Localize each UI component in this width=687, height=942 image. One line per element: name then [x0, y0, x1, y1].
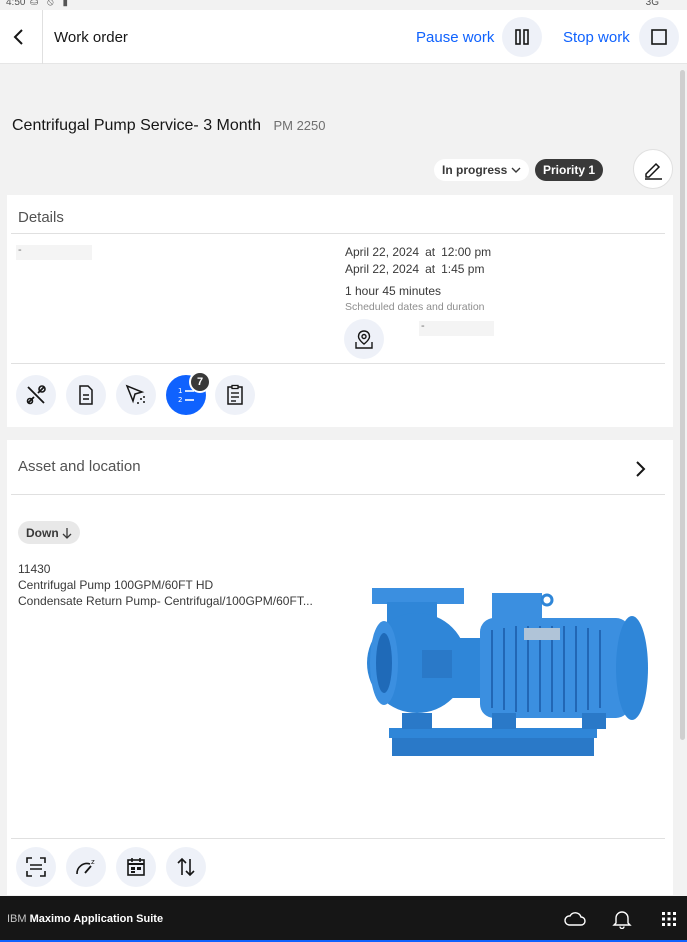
work-order-pm: PM 2250 [273, 118, 326, 133]
app-switcher-button[interactable] [658, 908, 680, 930]
meter-icon: z [76, 858, 95, 875]
device-status-bar: 4:50 ⛀ ⦸ ▮ 3G [0, 0, 687, 10]
header-divider [42, 10, 43, 64]
chevron-left-icon [13, 29, 23, 45]
product-brand: IBM Maximo Application Suite [7, 913, 163, 925]
stop-work-icon-button[interactable] [639, 17, 679, 57]
pause-icon [515, 29, 529, 45]
end-date: April 22, 2024 [345, 262, 420, 276]
status-label: In progress [442, 163, 508, 177]
end-time: 1:45 pm [441, 262, 485, 276]
sort-icon [177, 857, 195, 877]
cloud-icon [564, 912, 586, 926]
pause-work-button[interactable]: Pause work [416, 29, 494, 46]
scheduled-end: April 22, 2024 at 1:45 pm [345, 262, 484, 276]
select-button[interactable] [116, 375, 156, 415]
network-indicator: 3G [645, 0, 659, 8]
location-field: - [419, 321, 494, 336]
asset-description: Centrifugal Pump 100GPM/60FT HD [18, 578, 214, 592]
scheduled-start: April 22, 2024 at 12:00 pm [345, 245, 491, 259]
svg-text:1: 1 [178, 387, 182, 395]
back-button[interactable] [4, 18, 34, 56]
stop-icon [651, 29, 667, 45]
asset-location: Condensate Return Pump- Centrifugal/100G… [18, 594, 313, 608]
app-header: Work order Pause work Stop work [0, 10, 687, 64]
status-time: 4:50 [6, 0, 26, 8]
scan-icon [26, 857, 46, 877]
asset-divider-2 [11, 838, 665, 839]
asset-status-badge: Down [18, 521, 80, 544]
details-left-field: - [16, 245, 92, 260]
grid-icon [662, 912, 676, 926]
asset-status-label: Down [26, 525, 59, 540]
asset-number: 11430 [18, 562, 51, 576]
bell-icon [612, 911, 632, 929]
work-order-title: Centrifugal Pump Service- 3 Month PM 225… [12, 117, 326, 135]
start-at: at [425, 245, 436, 259]
calendar-icon [127, 858, 145, 876]
pause-work-icon-button[interactable] [502, 17, 542, 57]
report-button[interactable] [215, 375, 255, 415]
document-icon [79, 385, 93, 405]
task-count-badge: 7 [189, 371, 211, 393]
edit-button[interactable] [633, 149, 673, 189]
asset-location-card[interactable]: Asset and location Down 11430 Centrifuga… [7, 440, 673, 895]
start-time: 12:00 pm [441, 245, 492, 259]
page-title: Work order [54, 29, 128, 46]
select-icon [125, 384, 145, 404]
cloud-button[interactable] [564, 908, 586, 930]
asset-divider [11, 494, 665, 495]
details-card: Details - April 22, 2024 at 12:00 pm April… [7, 195, 673, 427]
meter-button[interactable]: z [66, 847, 106, 887]
arrow-down-icon [62, 527, 72, 539]
priority-badge: Priority 1 [535, 159, 604, 181]
asset-image [367, 588, 648, 756]
notifications-button[interactable] [611, 908, 633, 930]
svg-text:2: 2 [178, 396, 182, 404]
edit-icon [645, 162, 662, 180]
tools-icon [26, 385, 46, 405]
end-at: at [425, 262, 436, 276]
svg-text:z: z [91, 858, 95, 866]
scan-button[interactable] [16, 847, 56, 887]
brand-name: Maximo Application Suite [29, 913, 164, 925]
details-divider-2 [11, 363, 665, 364]
map-button[interactable] [344, 319, 384, 359]
start-date: April 22, 2024 [345, 245, 420, 259]
details-divider [11, 233, 665, 234]
chevron-right-icon[interactable] [633, 460, 647, 478]
asset-heading: Asset and location [18, 458, 141, 475]
schedule-caption: Scheduled dates and duration [345, 301, 485, 313]
stop-work-button[interactable]: Stop work [563, 29, 630, 46]
status-icons: ⛀ ⦸ ▮ [30, 0, 71, 8]
details-heading: Details [18, 209, 64, 226]
tools-button[interactable] [16, 375, 56, 415]
schedule-button[interactable] [116, 847, 156, 887]
clipboard-icon [227, 384, 243, 405]
documents-button[interactable] [66, 375, 106, 415]
chevron-down-icon [511, 167, 521, 173]
brand-prefix: IBM [7, 913, 27, 925]
work-order-name: Centrifugal Pump Service- 3 Month [12, 117, 261, 134]
sort-button[interactable] [166, 847, 206, 887]
map-pin-icon [355, 330, 373, 349]
scheduled-duration: 1 hour 45 minutes [345, 284, 442, 298]
priority-label: Priority 1 [543, 163, 596, 177]
status-dropdown[interactable]: In progress [434, 159, 530, 181]
app-footer: IBM Maximo Application Suite [0, 896, 687, 942]
scrollbar[interactable] [680, 70, 685, 740]
